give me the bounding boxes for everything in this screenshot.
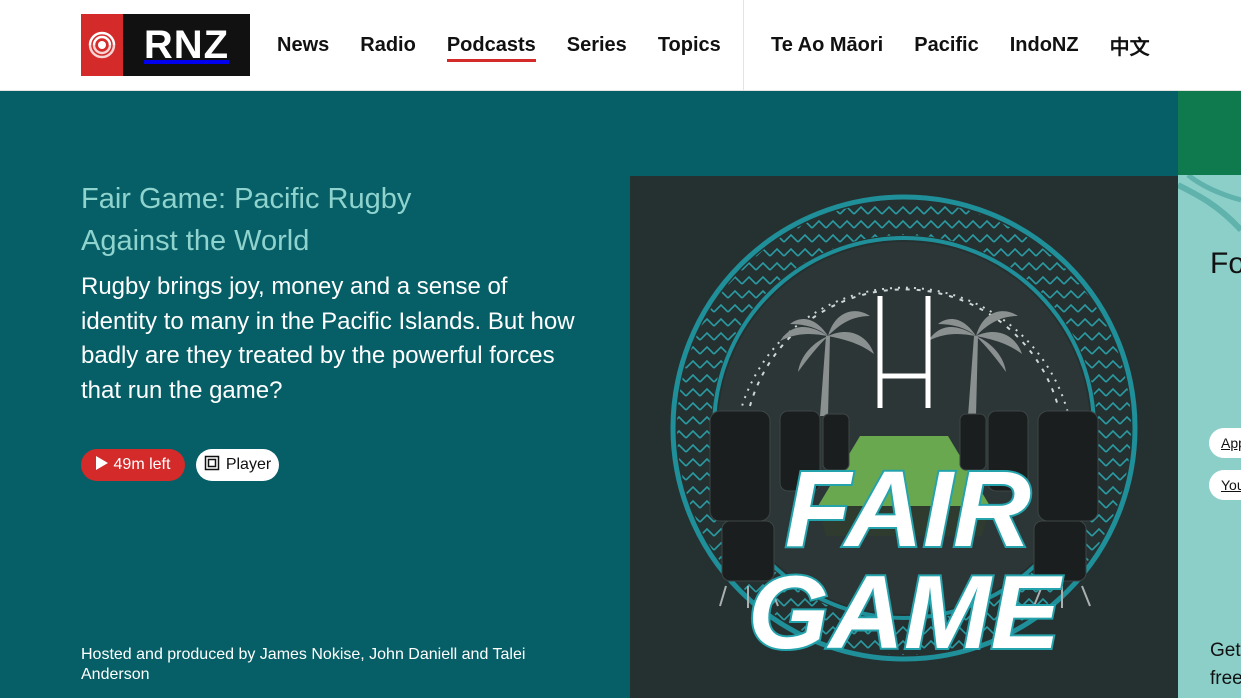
play-time-left: 49m left [113, 456, 171, 473]
side-panel-line-2: free [1210, 668, 1241, 689]
nav-news[interactable]: News [277, 34, 329, 57]
site-header: RNZ News Radio Podcasts Series Topics Te… [0, 0, 1241, 91]
next-card-panel: Fo App You Get free [1178, 91, 1241, 698]
host-credits: Hosted and produced by James Nokise, Joh… [81, 646, 526, 683]
nav-chinese[interactable]: 中文 [1110, 31, 1150, 60]
logo-wordmark: RNZ [123, 14, 250, 76]
nav-te-ao-maori[interactable]: Te Ao Māori [771, 34, 883, 57]
side-panel-banner [1178, 91, 1241, 175]
side-pill-youtube[interactable]: You [1209, 470, 1241, 500]
player-popout-icon [204, 455, 220, 476]
nav-pacific[interactable]: Pacific [914, 34, 978, 57]
nav-radio[interactable]: Radio [360, 34, 416, 57]
side-pill-apple[interactable]: App [1209, 428, 1241, 458]
side-panel-heading: Fo [1210, 247, 1241, 280]
nav-podcasts[interactable]: Podcasts [446, 34, 536, 62]
podcast-title: Fair Game: Pacific Rugby Against the Wor… [81, 183, 412, 257]
leaf-decoration [1178, 175, 1241, 233]
secondary-nav: Te Ao Māori Pacific IndoNZ 中文 [771, 0, 1181, 90]
podcast-artwork: FAIR GAME [630, 176, 1178, 698]
nav-series[interactable]: Series [567, 34, 627, 57]
open-player-button[interactable]: Player [196, 449, 279, 481]
radio-waves-icon [81, 14, 123, 76]
nav-divider [743, 0, 744, 90]
artwork-word-fair: FAIR [785, 448, 1031, 569]
play-episode-button[interactable]: 49m left [81, 449, 185, 481]
rnz-logo[interactable]: RNZ [81, 14, 250, 76]
side-panel-line-1: Get [1210, 640, 1241, 661]
player-label: Player [225, 456, 272, 473]
nav-indonz[interactable]: IndoNZ [1010, 34, 1079, 57]
main-nav: News Radio Podcasts Series Topics [277, 0, 752, 90]
play-icon [95, 455, 108, 475]
nav-topics[interactable]: Topics [658, 34, 721, 57]
podcast-description: Rugby brings joy, money and a sense of i… [81, 273, 575, 404]
artwork-word-game: GAME [748, 555, 1063, 671]
